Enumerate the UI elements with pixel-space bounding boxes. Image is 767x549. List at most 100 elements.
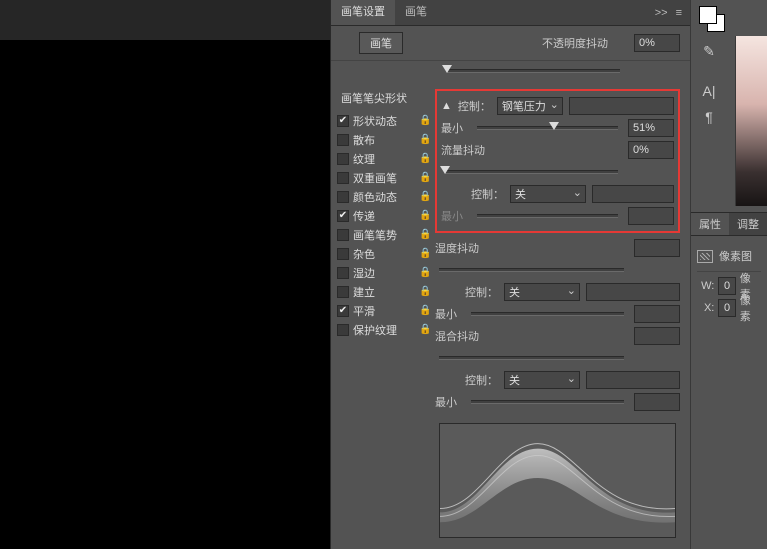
checkbox[interactable]: [337, 191, 349, 203]
list-item[interactable]: 纹理🔒: [337, 149, 431, 168]
item-label: 画笔笔势: [353, 227, 419, 243]
list-item[interactable]: 散布🔒: [337, 130, 431, 149]
panel-content: 画笔笔尖形状 ✔形状动态🔒散布🔒纹理🔒双重画笔🔒颜色动态🔒✔传递🔒画笔笔势🔒杂色…: [331, 83, 690, 538]
tab-brush[interactable]: 画笔: [395, 0, 437, 25]
w-value[interactable]: 0: [718, 277, 735, 295]
lock-icon[interactable]: 🔒: [419, 134, 431, 146]
layer-type-label: 像素图: [719, 248, 752, 264]
mix-min-value: [634, 393, 680, 411]
brush-preset-button[interactable]: 画笔: [359, 32, 403, 54]
lock-icon[interactable]: 🔒: [419, 229, 431, 241]
control-select-2[interactable]: 关: [510, 185, 586, 203]
lock-icon[interactable]: 🔒: [419, 210, 431, 222]
lock-icon[interactable]: 🔒: [419, 267, 431, 279]
brush-options-list: 画笔笔尖形状 ✔形状动态🔒散布🔒纹理🔒双重画笔🔒颜色动态🔒✔传递🔒画笔笔势🔒杂色…: [337, 83, 431, 538]
top-dark-bar: [0, 0, 330, 40]
x-value[interactable]: 0: [718, 299, 735, 317]
item-label: 形状动态: [353, 113, 419, 129]
item-label: 纹理: [353, 151, 419, 167]
lock-icon[interactable]: 🔒: [419, 286, 431, 298]
mix-extra: [586, 371, 680, 389]
lock-icon[interactable]: 🔒: [419, 324, 431, 336]
flow-jitter-value[interactable]: 0%: [628, 141, 674, 159]
sub-header: 画笔 不透明度抖动 0%: [331, 26, 690, 61]
checkbox[interactable]: ✔: [337, 210, 349, 222]
list-item[interactable]: 颜色动态🔒: [337, 187, 431, 206]
list-item[interactable]: 杂色🔒: [337, 244, 431, 263]
brush-settings-panel: 画笔设置 画笔 >> ≡ 画笔 不透明度抖动 0% 画笔笔尖形状 ✔形状动态🔒散…: [330, 0, 690, 549]
checkbox[interactable]: [337, 153, 349, 165]
mix-control-select: 关: [504, 371, 580, 389]
foreground-color-swatch[interactable]: [699, 6, 717, 24]
opacity-jitter-value[interactable]: 0%: [634, 34, 680, 52]
lock-icon[interactable]: 🔒: [419, 305, 431, 317]
item-label: 保护纹理: [353, 322, 419, 338]
canvas-area[interactable]: [0, 40, 330, 549]
min-slider-2: [477, 214, 618, 218]
list-item[interactable]: 画笔笔势🔒: [337, 225, 431, 244]
control-extra-1[interactable]: [569, 97, 674, 115]
right-pane: ▲ 控制： 钢笔压力 最小 51% 流量抖动 0%: [431, 83, 684, 538]
lock-icon[interactable]: 🔒: [419, 191, 431, 203]
color-swatches[interactable]: [691, 0, 767, 36]
checkbox[interactable]: [337, 134, 349, 146]
list-item[interactable]: ✔ 形状动态🔒: [337, 111, 431, 130]
control-extra-2[interactable]: [592, 185, 674, 203]
control-select-1[interactable]: 钢笔压力: [497, 97, 563, 115]
flow-jitter-slider[interactable]: [445, 170, 618, 174]
lock-icon[interactable]: 🔒: [419, 248, 431, 260]
lock-icon[interactable]: 🔒: [419, 153, 431, 165]
item-label: 散布: [353, 132, 419, 148]
mix-min-label: 最小: [435, 394, 461, 410]
list-item[interactable]: ✔ 平滑🔒: [337, 301, 431, 320]
opacity-jitter-slider[interactable]: [447, 69, 620, 73]
mix-jitter-value: [634, 327, 680, 345]
humidity-jitter-label: 湿度抖动: [435, 240, 495, 256]
min-value-2: [628, 207, 674, 225]
x-label: X:: [697, 302, 714, 314]
humidity-min-label: 最小: [435, 306, 461, 322]
flow-jitter-label: 流量抖动: [441, 142, 501, 158]
list-item[interactable]: 保护纹理🔒: [337, 320, 431, 339]
humidity-jitter-value: [634, 239, 680, 257]
mix-jitter-slider: [439, 356, 624, 360]
item-label: 平滑: [353, 303, 419, 319]
color-picker-gradient[interactable]: [735, 36, 767, 206]
control-label-1: 控制：: [458, 98, 491, 114]
tab-properties[interactable]: 属性: [691, 213, 729, 235]
panel-tabs: 画笔设置 画笔 >> ≡: [331, 0, 690, 26]
tab-brush-settings[interactable]: 画笔设置: [331, 0, 395, 25]
list-item[interactable]: 双重画笔🔒: [337, 168, 431, 187]
list-item[interactable]: 湿边🔒: [337, 263, 431, 282]
checkbox[interactable]: [337, 229, 349, 241]
checkbox[interactable]: [337, 248, 349, 260]
item-label: 双重画笔: [353, 170, 419, 186]
checkbox[interactable]: [337, 172, 349, 184]
lock-icon[interactable]: 🔒: [419, 115, 431, 127]
right-sidebar: ✎ A| ¶ 属性 调整 像素图 W: 0 像素 X: 0 像素: [690, 0, 767, 549]
item-label: 湿边: [353, 265, 419, 281]
checkbox[interactable]: [337, 267, 349, 279]
x-unit: 像素: [740, 292, 761, 324]
properties-body: 像素图 W: 0 像素 X: 0 像素: [691, 236, 767, 327]
checkbox[interactable]: ✔: [337, 115, 349, 127]
checkbox[interactable]: ✔: [337, 305, 349, 317]
expand-icon[interactable]: >>: [655, 7, 668, 19]
list-item[interactable]: 建立🔒: [337, 282, 431, 301]
min-value-1[interactable]: 51%: [628, 119, 674, 137]
brush-tool-icon[interactable]: ✎: [695, 38, 723, 64]
checkbox[interactable]: [337, 324, 349, 336]
type-tool-icon[interactable]: A|: [695, 78, 723, 104]
lock-icon[interactable]: 🔒: [419, 172, 431, 184]
panel-menu-icon[interactable]: ≡: [676, 7, 682, 19]
tab-adjust[interactable]: 调整: [729, 213, 767, 235]
brush-tip-shape[interactable]: 画笔笔尖形状: [337, 87, 431, 111]
item-label: 颜色动态: [353, 189, 419, 205]
list-item[interactable]: ✔传递🔒: [337, 206, 431, 225]
opacity-jitter-label: 不透明度抖动: [542, 35, 608, 51]
control-label-2: 控制：: [471, 186, 504, 202]
paragraph-tool-icon[interactable]: ¶: [695, 104, 723, 130]
min-slider-1[interactable]: [477, 126, 618, 130]
checkbox[interactable]: [337, 286, 349, 298]
humidity-min-slider: [471, 312, 624, 316]
